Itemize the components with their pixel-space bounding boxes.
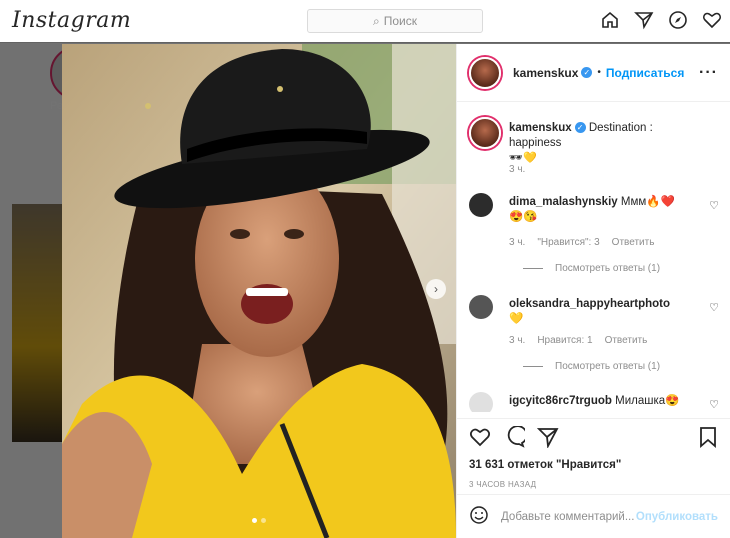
author-username[interactable]: kamenskux	[513, 66, 578, 80]
search-placeholder: Поиск	[383, 14, 417, 28]
comment-body-line2: 💛	[509, 313, 524, 325]
comment-username[interactable]: dima_malashynskiy	[509, 196, 618, 208]
share-icon[interactable]	[536, 426, 559, 453]
instagram-logo[interactable]: Instagram	[12, 8, 131, 33]
verified-badge-icon: ✓	[581, 67, 593, 78]
direct-icon[interactable]	[634, 10, 654, 30]
comment-text: oleksandra_happyheartphoto 💛	[509, 297, 689, 327]
caption-username[interactable]: kamenskux	[509, 122, 572, 134]
reply-button[interactable]: Ответить	[605, 335, 648, 346]
carousel-dot	[261, 518, 266, 523]
comment-body: Ммм🔥❤️	[620, 196, 675, 208]
view-replies-label: Посмотреть ответы (1)	[555, 361, 661, 372]
commenter-avatar[interactable]	[469, 392, 493, 412]
post-photo[interactable]	[62, 44, 456, 538]
comment-body-line2: 😍😘	[509, 211, 538, 223]
comment-row: oleksandra_happyheartphoto 💛 ♡ 3 ч. Нрав…	[469, 293, 719, 393]
comment-likes[interactable]: Нравится: 1	[537, 335, 592, 346]
search-input[interactable]: ⌕ Поиск	[307, 9, 483, 33]
explore-icon[interactable]	[668, 10, 688, 30]
bookmark-icon[interactable]	[698, 426, 718, 453]
comment-time: 3 ч.	[509, 335, 526, 346]
comment-body: Милашка😍	[615, 395, 680, 407]
post-side-panel: kamenskux ✓ • Подписаться ··· kamenskux ✓…	[456, 44, 730, 538]
comment-meta: 3 ч. Нравится: 1 Ответить	[509, 335, 647, 346]
view-replies-button[interactable]: Посмотреть ответы (1)	[523, 263, 660, 274]
follow-button[interactable]: Подписаться	[606, 66, 684, 80]
chevron-right-icon: ›	[434, 282, 438, 296]
more-options-icon[interactable]: ···	[699, 64, 718, 82]
comment-icon[interactable]	[503, 424, 528, 453]
search-icon: ⌕	[373, 13, 380, 28]
comment-meta: 3 ч. "Нравится": 3 Ответить	[509, 237, 654, 248]
comment-likes[interactable]: "Нравится": 3	[537, 237, 599, 248]
comment-time: 3 ч.	[509, 237, 526, 248]
next-photo-button[interactable]: ›	[426, 279, 446, 299]
comment-input[interactable]: Добавьте комментарий...	[501, 511, 636, 523]
reply-button[interactable]: Ответить	[612, 237, 655, 248]
replies-line	[523, 268, 543, 269]
add-comment-bar: Добавьте комментарий... Опубликовать	[457, 494, 730, 538]
commenter-avatar[interactable]	[469, 193, 493, 217]
post-actions: 31 631 отметок "Нравится" 3 ЧАСОВ НАЗАД	[457, 418, 730, 489]
like-comment-heart-icon[interactable]: ♡	[709, 398, 719, 411]
separator-dot: •	[597, 67, 601, 78]
comment-username[interactable]: igcyitc86rc7trguob	[509, 395, 612, 407]
view-replies-button[interactable]: Посмотреть ответы (1)	[523, 361, 660, 372]
caption-emoji: 🕶💛	[509, 152, 537, 164]
publish-button[interactable]: Опубликовать	[636, 511, 718, 523]
author-avatar[interactable]	[469, 56, 501, 89]
like-comment-heart-icon[interactable]: ♡	[709, 199, 719, 212]
caption-time: 3 ч.	[509, 164, 526, 175]
activity-heart-icon[interactable]	[702, 10, 722, 30]
verified-badge-icon: ✓	[574, 122, 586, 134]
comment-username[interactable]: oleksandra_happyheartphoto	[509, 298, 670, 310]
comment-row: dima_malashynskiy Ммм🔥❤️ 😍😘 ♡ 3 ч. "Нрав…	[469, 191, 719, 291]
action-icons	[469, 424, 718, 453]
caption-avatar[interactable]	[469, 117, 501, 149]
comments-list[interactable]: kamenskux ✓ Destination : happiness 🕶💛 3 …	[457, 103, 730, 412]
nav-icons	[600, 10, 722, 30]
commenter-avatar[interactable]	[469, 295, 493, 319]
likes-count[interactable]: 31 631 отметок "Нравится"	[469, 459, 718, 471]
carousel-dot	[252, 518, 257, 523]
comment-text: igcyitc86rc7trguob Милашка😍	[509, 394, 689, 409]
caption-row: kamenskux ✓ Destination : happiness 🕶💛 3 …	[469, 117, 719, 175]
emoji-icon[interactable]	[469, 505, 489, 528]
post-timestamp[interactable]: 3 ЧАСОВ НАЗАД	[469, 480, 718, 489]
view-replies-label: Посмотреть ответы (1)	[555, 263, 661, 274]
like-heart-icon[interactable]	[469, 426, 491, 453]
top-navigation-bar: Instagram ⌕ Поиск	[0, 0, 730, 43]
comment-text: dima_malashynskiy Ммм🔥❤️ 😍😘	[509, 195, 689, 225]
caption-text: kamenskux ✓ Destination : happiness 🕶💛	[509, 121, 689, 166]
carousel-indicator	[252, 518, 266, 523]
home-icon[interactable]	[600, 10, 620, 30]
caption-meta: 3 ч.	[509, 164, 525, 175]
replies-line	[523, 366, 543, 367]
comment-row: igcyitc86rc7trguob Милашка😍 ♡	[469, 390, 719, 412]
post-header: kamenskux ✓ • Подписаться ···	[457, 44, 730, 102]
like-comment-heart-icon[interactable]: ♡	[709, 301, 719, 314]
